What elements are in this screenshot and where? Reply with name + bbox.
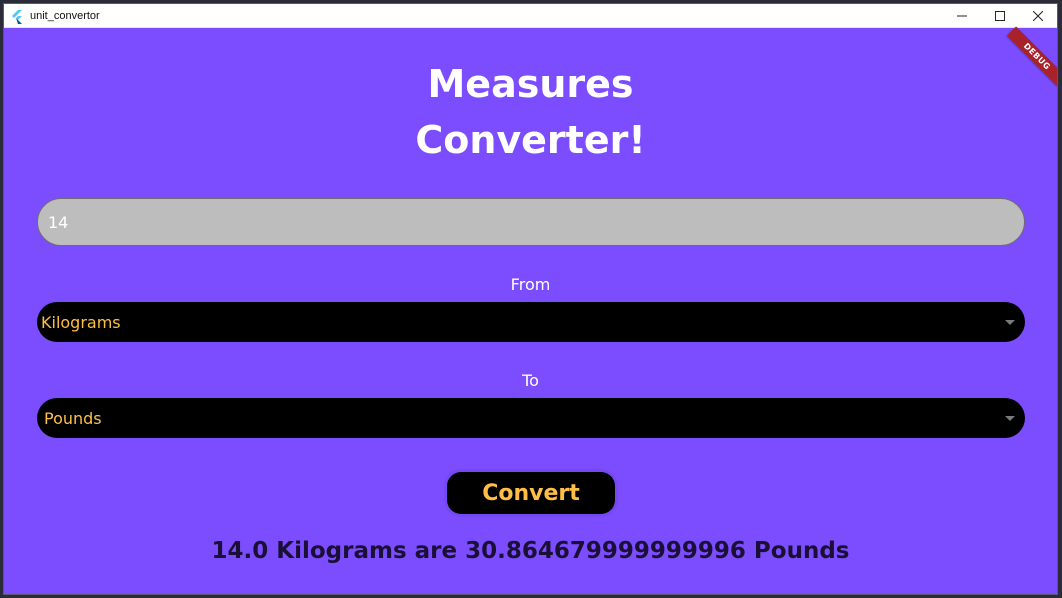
caret-down-icon	[1005, 320, 1015, 325]
to-label: To	[522, 371, 539, 390]
page-title-line1: Measures	[427, 62, 634, 106]
maximize-icon	[995, 10, 1005, 21]
close-button[interactable]	[1019, 4, 1057, 27]
value-field[interactable]	[37, 198, 1025, 246]
minimize-button[interactable]	[943, 4, 981, 27]
caret-down-icon	[1005, 416, 1015, 421]
from-selected-value: Kilograms	[41, 312, 121, 332]
title-bar: unit_convertor	[4, 4, 1057, 28]
close-icon	[1033, 10, 1043, 21]
result-text: 14.0 Kilograms are 30.864679999999996 Po…	[211, 538, 850, 564]
window-controls	[943, 4, 1057, 27]
minimize-icon	[957, 15, 967, 16]
app-window: unit_convertor DEBUG Measures Converter!…	[3, 3, 1058, 595]
to-dropdown[interactable]: Pounds	[37, 398, 1025, 438]
page-title-line2: Converter!	[415, 118, 646, 162]
convert-button[interactable]: Convert	[447, 472, 615, 514]
to-selected-value: Pounds	[44, 408, 102, 428]
flutter-icon	[10, 9, 24, 24]
page-title: Measures Converter!	[4, 56, 1057, 168]
window-title: unit_convertor	[30, 9, 100, 22]
value-input[interactable]	[38, 199, 1024, 245]
app-content: DEBUG Measures Converter! From Kilograms…	[4, 26, 1057, 594]
from-dropdown[interactable]: Kilograms	[37, 302, 1025, 342]
from-label: From	[510, 275, 551, 294]
maximize-button[interactable]	[981, 4, 1019, 27]
